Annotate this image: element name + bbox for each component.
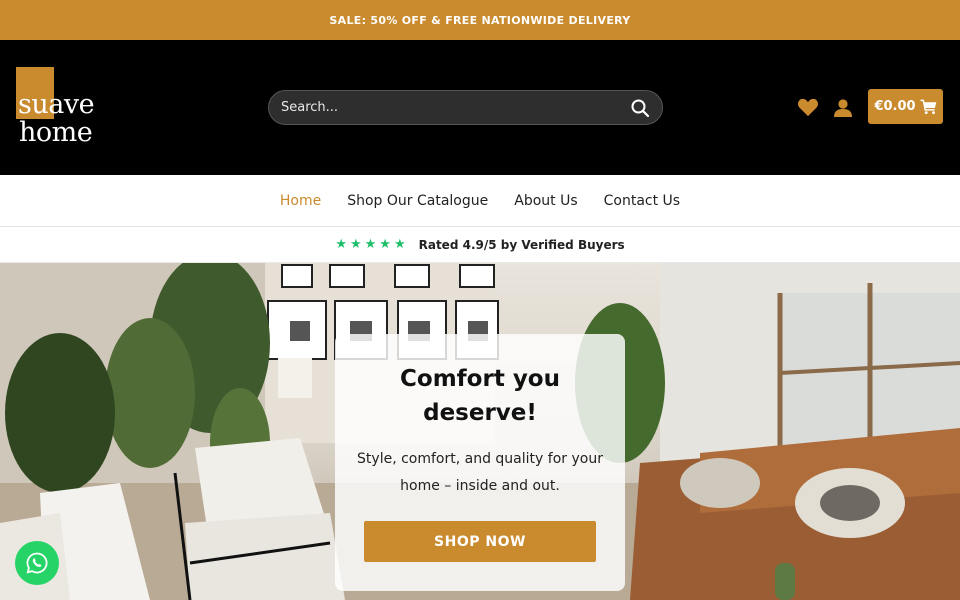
hero-subtitle: Style, comfort, and quality for your hom… [357,451,603,494]
shop-now-button[interactable]: SHOP NOW [364,521,596,562]
whatsapp-chat-button[interactable] [15,541,59,585]
cart-button[interactable]: €0.00 [868,89,943,124]
site-logo[interactable]: suave home [16,67,116,151]
nav-item-home[interactable]: Home [280,193,321,209]
search-input[interactable] [281,100,630,115]
promo-banner: SALE: 50% OFF & FREE NATIONWIDE DELIVERY [0,0,960,40]
heart-icon[interactable] [797,97,819,117]
rating-text: Rated 4.9/5 by Verified Buyers [418,237,625,252]
rating-bar: ★★★★★ Rated 4.9/5 by Verified Buyers [0,227,960,263]
nav-item-shop-catalogue[interactable]: Shop Our Catalogue [347,193,488,209]
hero-card: Comfort you deserve! Style, comfort, and… [335,334,625,591]
main-navigation: Home Shop Our Catalogue About Us Contact… [0,175,960,227]
promo-text: SALE: 50% OFF & FREE NATIONWIDE DELIVERY [329,13,631,27]
hero-title: Comfort you deserve! [400,366,560,426]
search-bar [268,90,663,125]
logo-text-line1: suave [18,89,95,120]
hero-banner: Comfort you deserve! Style, comfort, and… [0,263,960,600]
logo-text-line2: home [19,117,93,148]
whatsapp-icon [26,552,48,574]
cart-total: €0.00 [874,99,916,114]
site-header: suave home €0.00 [0,40,960,175]
shopping-cart-icon [920,99,936,114]
user-icon[interactable] [833,98,853,117]
nav-item-about-us[interactable]: About Us [514,193,577,209]
search-icon[interactable] [630,98,650,118]
rating-stars: ★★★★★ [335,237,409,252]
nav-item-contact-us[interactable]: Contact Us [604,193,680,209]
